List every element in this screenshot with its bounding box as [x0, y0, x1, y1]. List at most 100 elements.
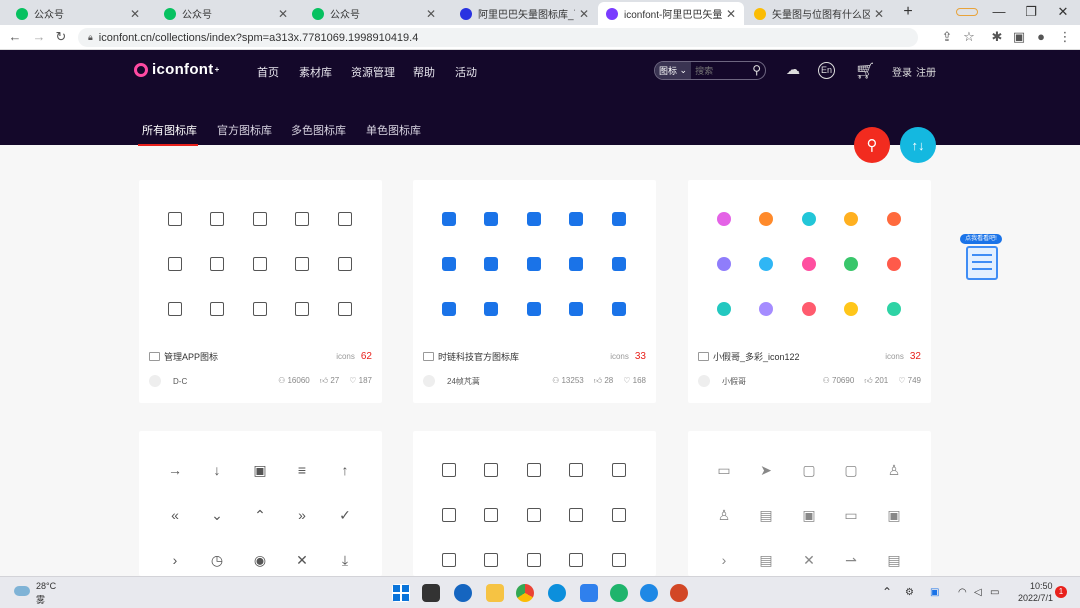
library-icon-preview[interactable] — [525, 255, 543, 273]
library-icon-preview[interactable]: ↓ — [208, 461, 226, 479]
library-icon-preview[interactable] — [440, 255, 458, 273]
library-icon-preview[interactable] — [842, 255, 860, 273]
browser-tab-active[interactable]: iconfont-阿里巴巴矢量图标 ✕ — [598, 2, 744, 25]
library-icon-preview[interactable] — [757, 300, 775, 318]
library-icon-preview[interactable] — [482, 210, 500, 228]
library-icon-preview[interactable] — [567, 506, 585, 524]
site-search[interactable]: 图标 ⌄ ⚲ — [654, 61, 766, 80]
search-input[interactable] — [695, 65, 742, 76]
chrome-icon[interactable] — [516, 584, 534, 602]
library-icon-preview[interactable] — [567, 300, 585, 318]
library-icon-preview[interactable] — [715, 300, 733, 318]
subtab-multicolor-libraries[interactable]: 多色图标库 — [291, 122, 346, 138]
register-link[interactable]: 注册 — [916, 64, 936, 79]
speaker-icon[interactable]: ◁ — [974, 587, 982, 598]
library-icon-preview[interactable]: ▤ — [885, 551, 903, 569]
library-icon-preview[interactable] — [440, 300, 458, 318]
promo-widget[interactable]: 点我看看吧! — [960, 234, 1002, 282]
library-icon-preview[interactable] — [336, 255, 354, 273]
close-icon[interactable]: ✕ — [278, 7, 288, 21]
avatar[interactable] — [149, 375, 161, 387]
wifi-icon[interactable]: ◠ — [958, 587, 967, 598]
library-icon-preview[interactable] — [800, 210, 818, 228]
close-icon[interactable]: ✕ — [874, 7, 884, 21]
likes-stat[interactable]: 👍︎ 201 — [864, 376, 888, 386]
library-icon-preview[interactable] — [715, 255, 733, 273]
library-icon-preview[interactable]: ➤ — [757, 461, 775, 479]
url-field[interactable]: 🔒︎ iconfont.cn/collections/index?spm=a31… — [78, 28, 918, 47]
library-icon-preview[interactable]: ▣ — [885, 506, 903, 524]
author-name[interactable]: 24帧芃蒿 — [447, 376, 480, 387]
library-icon-preview[interactable] — [482, 461, 500, 479]
library-icon-preview[interactable]: ▢ — [800, 461, 818, 479]
app-icon[interactable] — [454, 584, 472, 602]
library-icon-preview[interactable]: › — [715, 551, 733, 569]
author-name[interactable]: D-C — [173, 377, 187, 386]
close-icon[interactable]: ✕ — [579, 7, 589, 21]
library-icon-preview[interactable] — [525, 551, 543, 569]
library-icon-preview[interactable]: ⇀ — [842, 551, 860, 569]
library-icon-preview[interactable]: » — [293, 506, 311, 524]
extensions-icon[interactable]: ✱ — [988, 29, 1006, 45]
new-tab-button[interactable]: + — [893, 2, 923, 22]
sort-fab-button[interactable]: ↑↓ — [900, 127, 936, 163]
likes-stat[interactable]: 👍︎ 28 — [594, 376, 614, 386]
library-icon-preview[interactable] — [610, 255, 628, 273]
powerpoint-icon[interactable] — [670, 584, 688, 602]
browser-tab[interactable]: 公众号 ✕ — [304, 2, 444, 25]
search-fab-button[interactable]: ⚲ — [854, 127, 890, 163]
forward-icon[interactable]: → — [30, 29, 48, 44]
clock-date[interactable]: 2022/7/1 — [1018, 593, 1053, 603]
library-icon-preview[interactable] — [251, 255, 269, 273]
subtab-all-libraries[interactable]: 所有图标库 — [142, 122, 197, 138]
language-icon[interactable]: En — [818, 62, 835, 79]
library-icon-preview[interactable]: ▣ — [251, 461, 269, 479]
reload-icon[interactable]: ↻ — [52, 29, 70, 45]
bookmark-star-icon[interactable]: ☆ — [960, 29, 978, 45]
library-icon-preview[interactable] — [482, 255, 500, 273]
icon-library-card[interactable]: 时链科技官方图标库 icons 33 24帧芃蒿 ⚇ 13253 👍︎ 28 ♡… — [413, 180, 656, 403]
library-icon-preview[interactable]: ◉ — [251, 551, 269, 569]
library-icon-preview[interactable] — [610, 300, 628, 318]
library-icon-preview[interactable] — [336, 210, 354, 228]
library-icon-preview[interactable]: ↑ — [336, 461, 354, 479]
library-icon-preview[interactable]: ▣ — [800, 506, 818, 524]
library-icon-preview[interactable]: ▭ — [842, 506, 860, 524]
library-icon-preview[interactable] — [482, 506, 500, 524]
app-icon[interactable] — [640, 584, 658, 602]
browser-tab[interactable]: 公众号 ✕ — [8, 2, 148, 25]
library-icon-preview[interactable] — [567, 551, 585, 569]
library-icon-preview[interactable] — [251, 210, 269, 228]
icon-library-card[interactable]: → ↓ ▣ ≡ ↑ « ⌄ ⌃ » ✓ › ◷ ◉ ✕ ⤓ — [139, 431, 382, 576]
weather-temp[interactable]: 28°C — [36, 581, 56, 591]
cart-icon[interactable]: 🛒︎ — [855, 61, 875, 81]
library-icon-preview[interactable] — [525, 506, 543, 524]
icon-library-card[interactable]: ▭ ➤ ▢ ▢ ♙ ♙ ▤ ▣ ▭ ▣ › ▤ ✕ ⇀ ▤ — [688, 431, 931, 576]
weather-desc[interactable]: 雾 — [36, 593, 45, 606]
library-icon-preview[interactable] — [842, 210, 860, 228]
library-icon-preview[interactable] — [208, 300, 226, 318]
library-icon-preview[interactable] — [567, 210, 585, 228]
library-icon-preview[interactable] — [610, 210, 628, 228]
library-icon-preview[interactable] — [208, 255, 226, 273]
tray-app-icon[interactable]: ⚙ — [905, 587, 914, 598]
icon-library-card[interactable]: 管理APP图标 icons 62 D-C ⚇ 16060 👍︎ 27 ♡ 187 — [139, 180, 382, 403]
sidebar-icon[interactable]: ▣ — [1010, 29, 1028, 45]
library-icon-preview[interactable] — [336, 300, 354, 318]
library-icon-preview[interactable]: « — [166, 506, 184, 524]
library-icon-preview[interactable] — [525, 461, 543, 479]
upload-cloud-icon[interactable]: ☁ — [783, 61, 803, 78]
icon-library-card[interactable]: 小假哥_多彩_icon122 icons 32 小假哥 ⚇ 70690 👍︎ 2… — [688, 180, 931, 403]
file-explorer-icon[interactable] — [486, 584, 504, 602]
library-icon-preview[interactable]: ⌄ — [208, 506, 226, 524]
library-icon-preview[interactable] — [293, 255, 311, 273]
notification-badge[interactable]: 1 — [1055, 586, 1067, 598]
close-icon[interactable]: ✕ — [426, 7, 436, 21]
nav-resource-management[interactable]: 资源管理 — [351, 64, 395, 80]
chevron-up-icon[interactable]: ⌃ — [882, 585, 892, 599]
library-icon-preview[interactable] — [525, 210, 543, 228]
library-icon-preview[interactable] — [610, 506, 628, 524]
search-icon[interactable]: ⚲ — [752, 63, 761, 77]
library-icon-preview[interactable] — [842, 300, 860, 318]
library-icon-preview[interactable] — [757, 210, 775, 228]
